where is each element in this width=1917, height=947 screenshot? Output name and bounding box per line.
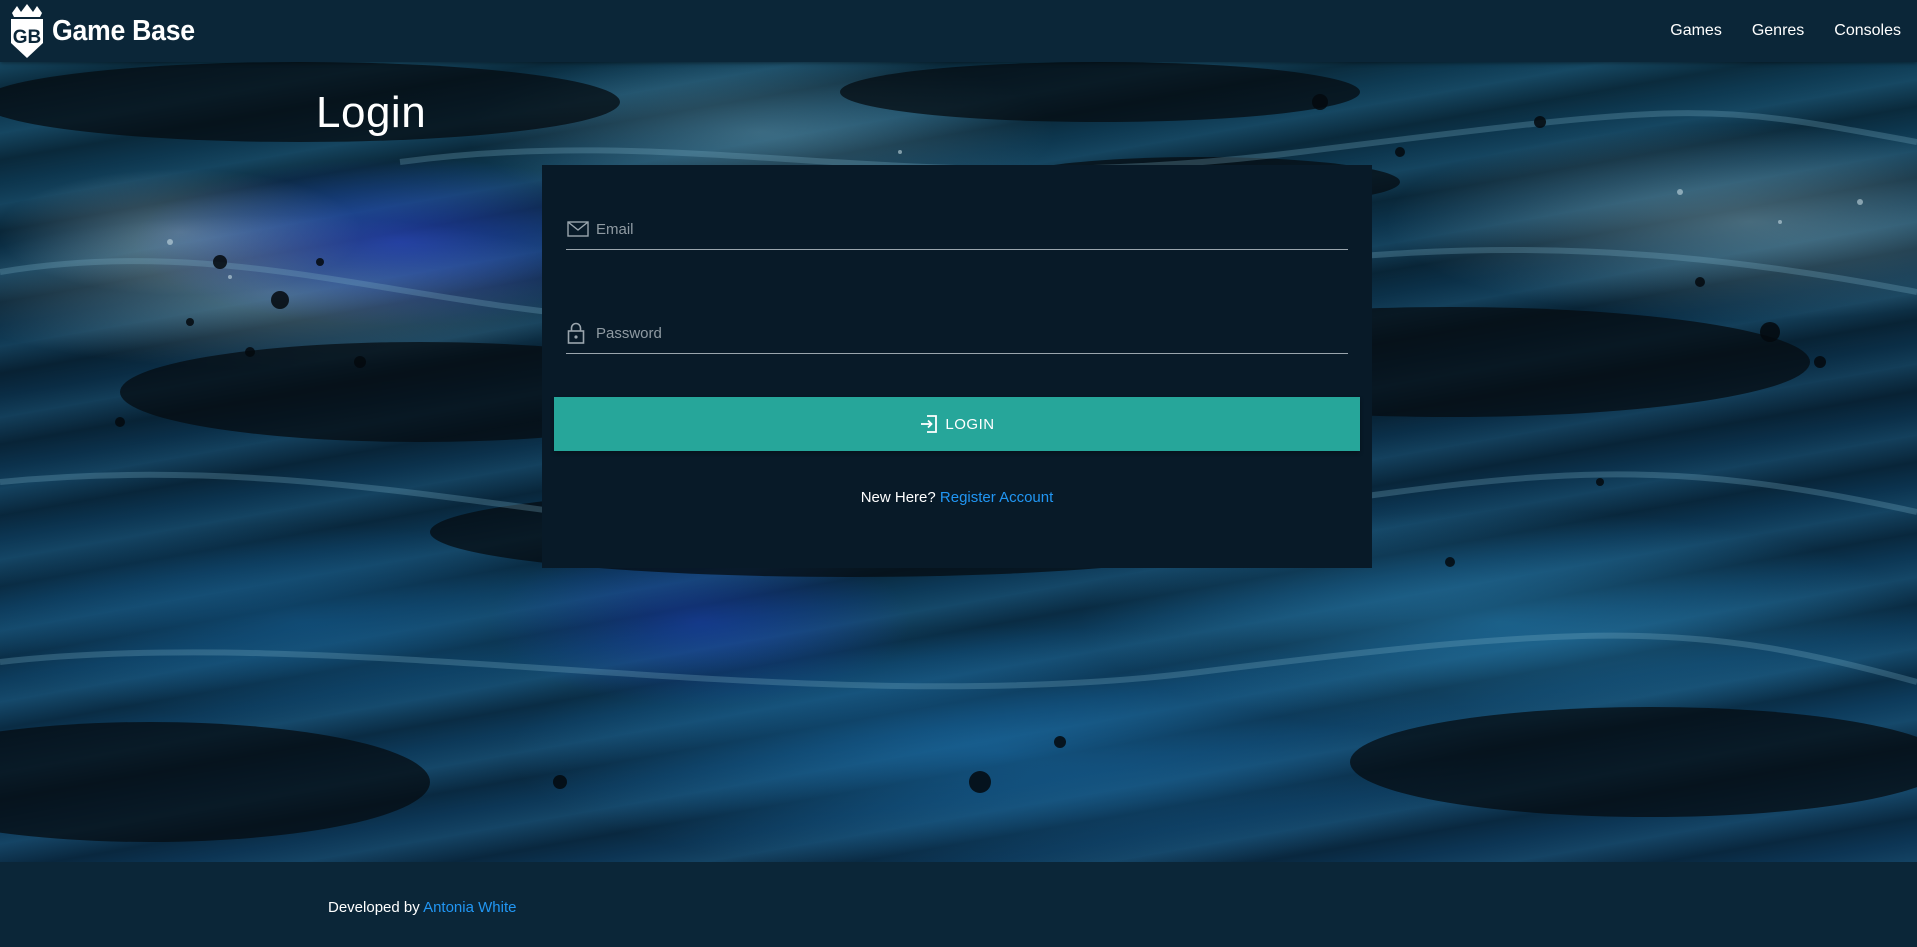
email-input[interactable] — [596, 220, 1348, 238]
page-title: Login — [316, 88, 427, 137]
password-input[interactable] — [596, 324, 1348, 342]
register-prompt: New Here? — [860, 489, 936, 506]
brand-name: Game Base — [52, 14, 195, 47]
svg-text:GB: GB — [13, 27, 42, 48]
navbar: GB Game Base Games Genres Consoles — [0, 0, 1917, 62]
gb-logo-icon: GB — [8, 3, 46, 59]
login-button-label: LOGIN — [945, 415, 995, 433]
register-account-link[interactable]: Register Account — [940, 489, 1053, 506]
developed-by-label: Developed by — [328, 899, 420, 916]
footer: Developed by Antonia White — [0, 862, 1917, 947]
brand[interactable]: GB Game Base — [8, 0, 207, 62]
footer-credit: Developed by Antonia White — [328, 899, 516, 916]
password-field — [566, 313, 1348, 354]
developer-link[interactable]: Antonia White — [423, 899, 516, 916]
mail-icon — [567, 218, 589, 240]
lock-icon — [567, 322, 589, 344]
register-row: New Here? Register Account — [542, 489, 1372, 506]
login-icon — [919, 414, 939, 434]
nav-links: Games Genres Consoles — [1670, 0, 1901, 62]
nav-link-games[interactable]: Games — [1670, 22, 1722, 40]
email-field — [566, 209, 1348, 250]
login-card: LOGIN New Here? Register Account — [542, 165, 1372, 568]
nav-link-consoles[interactable]: Consoles — [1834, 22, 1901, 40]
login-button[interactable]: LOGIN — [554, 397, 1360, 451]
nav-link-genres[interactable]: Genres — [1752, 22, 1804, 40]
